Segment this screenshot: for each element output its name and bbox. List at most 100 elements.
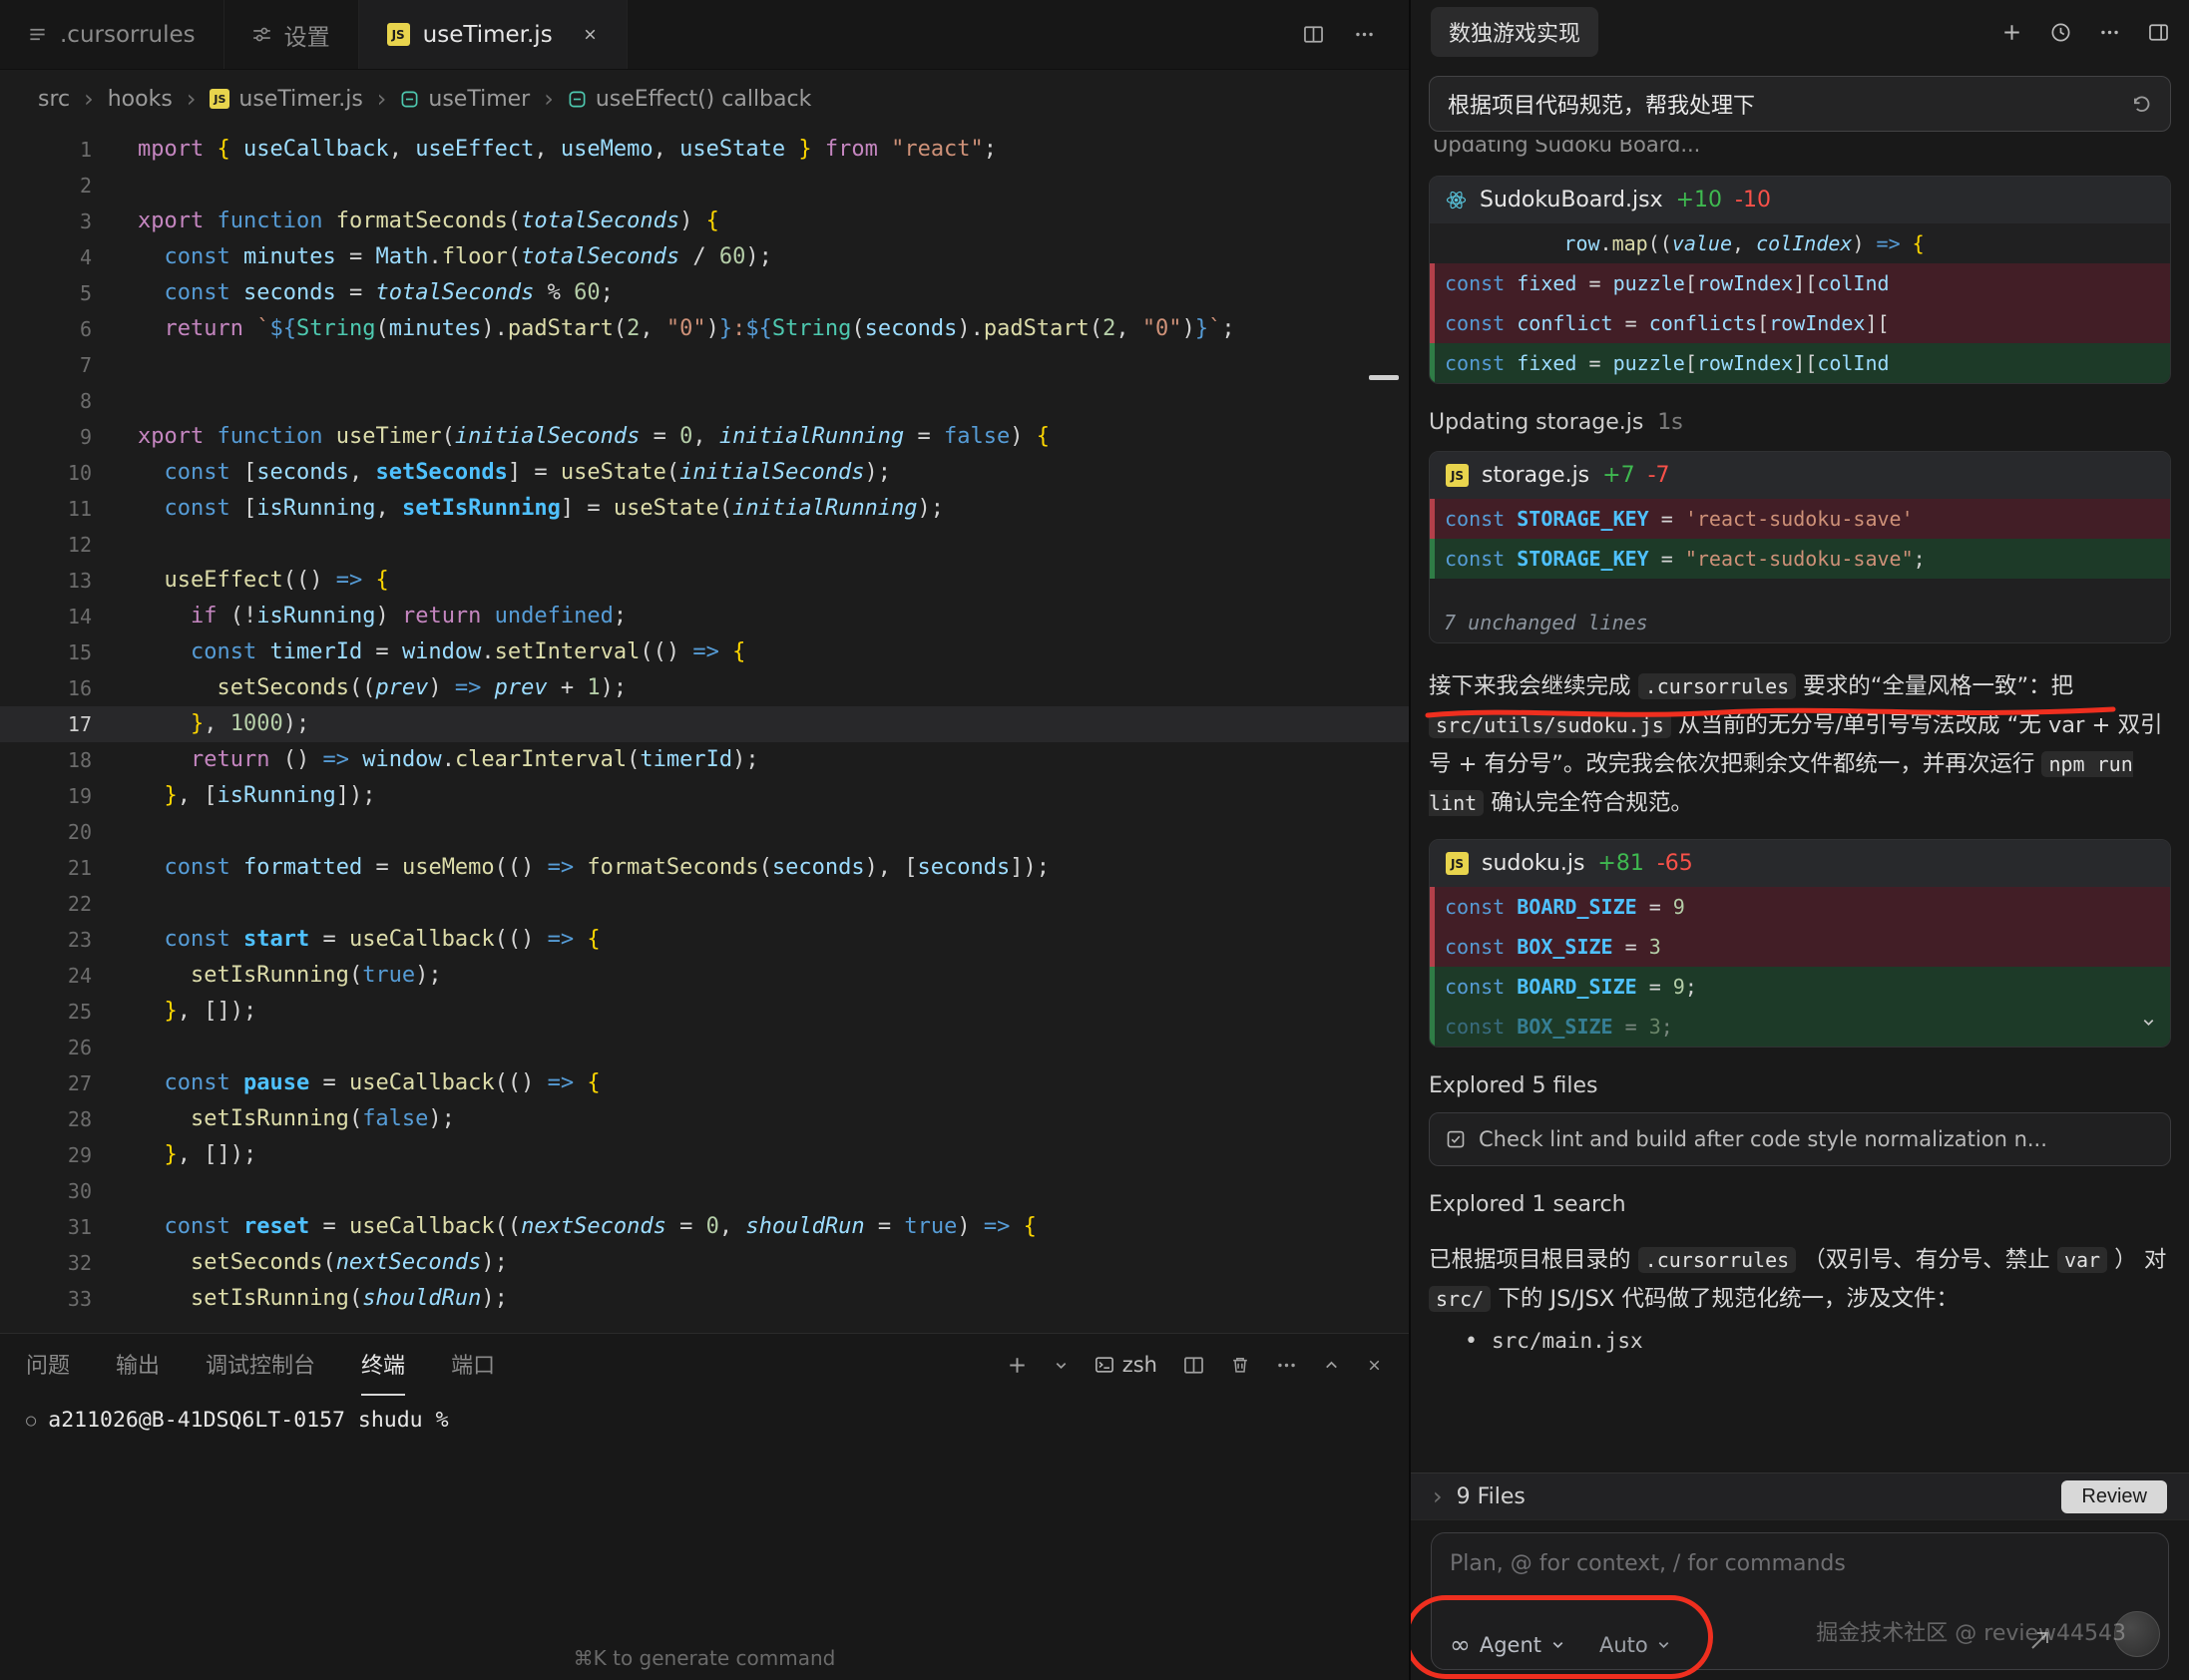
diff-card-sudokuboard-jsx[interactable]: SudokuBoard.jsx+10-10 row.map((value, co… <box>1429 176 2171 384</box>
tab-label: .cursorrules <box>60 22 196 48</box>
restore-checkpoint-icon[interactable] <box>2131 94 2152 115</box>
code-line-14[interactable]: 14 if (!isRunning) return undefined; <box>0 599 1409 634</box>
breadcrumb[interactable]: src›hooks›JSuseTimer.js›useTimer›useEffe… <box>0 70 1409 128</box>
chat-title[interactable]: 数独游戏实现 <box>1431 7 1598 57</box>
terminal-tab-终端[interactable]: 终端 <box>361 1334 405 1396</box>
chat-input[interactable]: Plan, @ for context, / for commands ∞ Ag… <box>1431 1532 2169 1670</box>
code-line-5[interactable]: 5 const seconds = totalSeconds % 60; <box>0 275 1409 311</box>
code-line-26[interactable]: 26 <box>0 1030 1409 1065</box>
terminal-dropdown-icon[interactable] <box>1054 1358 1069 1373</box>
code-line-20[interactable]: 20 <box>0 814 1409 850</box>
diff-line-del: const BOX_SIZE = 3 <box>1430 927 2170 967</box>
diff-card-storage-js[interactable]: JSstorage.js+7-7const STORAGE_KEY = 'rea… <box>1429 451 2171 643</box>
terminal-tab-问题[interactable]: 问题 <box>26 1334 70 1396</box>
react-file-icon <box>1446 190 1467 210</box>
diff-card-header[interactable]: JSstorage.js+7-7 <box>1430 452 2170 499</box>
code-line-29[interactable]: 29 }, []); <box>0 1137 1409 1173</box>
code-line-2[interactable]: 2 <box>0 168 1409 204</box>
code-line-17[interactable]: 17 }, 1000); <box>0 706 1409 742</box>
toggle-panel-icon[interactable] <box>2148 22 2169 43</box>
breadcrumb-item-usetimer[interactable]: useTimer <box>400 87 530 112</box>
breadcrumb-item-useeffect-callback[interactable]: useEffect() callback <box>568 87 812 112</box>
code-line-16[interactable]: 16 setSeconds((prev) => prev + 1); <box>0 670 1409 706</box>
editor-tab-cursorrules[interactable]: .cursorrules <box>0 0 224 69</box>
breadcrumb-item-src[interactable]: src <box>38 87 70 112</box>
scrollbar-thumb[interactable] <box>1369 375 1399 380</box>
terminal-tab-端口[interactable]: 端口 <box>451 1334 495 1396</box>
terminal-tab-调试控制台[interactable]: 调试控制台 <box>206 1334 315 1396</box>
code-line-30[interactable]: 30 <box>0 1173 1409 1209</box>
code-line-1[interactable]: 1mport { useCallback, useEffect, useMemo… <box>0 132 1409 168</box>
code-line-25[interactable]: 25 }, []); <box>0 994 1409 1030</box>
code-line-28[interactable]: 28 setIsRunning(false); <box>0 1101 1409 1137</box>
code-line-22[interactable]: 22 <box>0 886 1409 922</box>
diff-card-header[interactable]: JSsudoku.js+81-65 <box>1430 840 2170 887</box>
code-line-9[interactable]: 9xport function useTimer(initialSeconds … <box>0 419 1409 455</box>
breadcrumb-item-hooks[interactable]: hooks <box>108 87 173 112</box>
model-selector[interactable]: Auto <box>1599 1633 1671 1657</box>
bullet-dot: • <box>1465 1329 1478 1355</box>
inline-code: var <box>2057 1247 2107 1273</box>
code-line-32[interactable]: 32 setSeconds(nextSeconds); <box>0 1245 1409 1281</box>
diff-line-gap <box>1430 579 2170 603</box>
code-line-6[interactable]: 6 return `${String(minutes).padStart(2, … <box>0 311 1409 347</box>
breadcrumb-item-usetimer-js[interactable]: JSuseTimer.js <box>210 87 362 112</box>
agent-mode-selector[interactable]: ∞ Agent <box>1450 1632 1565 1657</box>
code-editor[interactable]: 1mport { useCallback, useEffect, useMemo… <box>0 128 1409 1333</box>
deleted-lines-count: -65 <box>1657 851 1693 876</box>
close-panel-icon[interactable] <box>1366 1357 1383 1374</box>
close-tab-icon[interactable] <box>582 26 599 43</box>
code-line-18[interactable]: 18 return () => window.clearInterval(tim… <box>0 742 1409 778</box>
review-button[interactable]: Review <box>2061 1480 2167 1513</box>
user-message[interactable]: 根据项目代码规范，帮我处理下 <box>1429 76 2171 132</box>
editor-more-icon[interactable] <box>1354 24 1375 45</box>
todo-pill[interactable]: Check lint and build after code style no… <box>1429 1112 2171 1166</box>
files-chevron-icon[interactable]: › <box>1433 1484 1443 1508</box>
user-message-text: 根据项目代码规范，帮我处理下 <box>1448 88 1755 120</box>
added-lines-count: +10 <box>1676 188 1722 212</box>
code-line-11[interactable]: 11 const [isRunning, setIsRunning] = use… <box>0 491 1409 527</box>
shell-selector[interactable]: zsh <box>1094 1353 1157 1377</box>
code-line-8[interactable]: 8 <box>0 383 1409 419</box>
terminal-output[interactable]: ○ a211026@B-41DSQ6LT-0157 shudu % <box>0 1396 1409 1433</box>
code-line-13[interactable]: 13 useEffect(() => { <box>0 563 1409 599</box>
terminal-tab-输出[interactable]: 输出 <box>116 1334 160 1396</box>
editor-tab-usetimer-js[interactable]: JSuseTimer.js <box>359 0 628 69</box>
breadcrumb-separator-icon: › <box>187 87 197 111</box>
expand-diff-icon[interactable] <box>2141 1015 2156 1030</box>
chat-more-icon[interactable] <box>2099 22 2120 43</box>
code-line-12[interactable]: 12 <box>0 527 1409 563</box>
new-terminal-icon[interactable] <box>1007 1355 1028 1376</box>
code-line-31[interactable]: 31 const reset = useCallback((nextSecond… <box>0 1209 1409 1245</box>
code-line-4[interactable]: 4 const minutes = Math.floor(totalSecond… <box>0 239 1409 275</box>
terminal-shell-icon <box>1094 1355 1114 1375</box>
diff-card-sudoku-js[interactable]: JSsudoku.js+81-65const BOARD_SIZE = 9con… <box>1429 839 2171 1048</box>
chat-history-icon[interactable] <box>2050 22 2071 43</box>
split-terminal-icon[interactable] <box>1183 1355 1204 1376</box>
kill-terminal-icon[interactable] <box>1230 1355 1250 1375</box>
code-line-15[interactable]: 15 const timerId = window.setInterval(()… <box>0 634 1409 670</box>
code-line-27[interactable]: 27 const pause = useCallback(() => { <box>0 1065 1409 1101</box>
editor-tab-设置[interactable]: 设置 <box>224 0 359 69</box>
status-duration: 1s <box>1657 410 1682 435</box>
code-line-7[interactable]: 7 <box>0 347 1409 383</box>
diff-line-del: const conflict = conflicts[rowIndex][ <box>1430 303 2170 343</box>
code-line-24[interactable]: 24 setIsRunning(true); <box>0 958 1409 994</box>
terminal-session-icon: ○ <box>26 1411 36 1431</box>
terminal-tabs: 问题输出调试控制台终端端口 <box>26 1334 495 1396</box>
deleted-lines-count: -10 <box>1735 188 1771 212</box>
sliders-file-icon <box>252 25 271 44</box>
code-line-3[interactable]: 3xport function formatSeconds(totalSecon… <box>0 204 1409 239</box>
terminal-more-icon[interactable] <box>1276 1355 1297 1376</box>
files-bar[interactable]: › 9 Files Review <box>1411 1472 2189 1520</box>
maximize-panel-icon[interactable] <box>1323 1357 1340 1374</box>
code-line-21[interactable]: 21 const formatted = useMemo(() => forma… <box>0 850 1409 886</box>
code-line-33[interactable]: 33 setIsRunning(shouldRun); <box>0 1281 1409 1317</box>
split-editor-icon[interactable] <box>1303 24 1324 45</box>
chat-body: 根据项目代码规范，帮我处理下 Updating Sudoku Board... … <box>1411 64 2189 1680</box>
new-chat-icon[interactable] <box>2001 22 2022 43</box>
diff-card-header[interactable]: SudokuBoard.jsx+10-10 <box>1430 177 2170 223</box>
code-line-19[interactable]: 19 }, [isRunning]); <box>0 778 1409 814</box>
code-line-10[interactable]: 10 const [seconds, setSeconds] = useStat… <box>0 455 1409 491</box>
code-line-23[interactable]: 23 const start = useCallback(() => { <box>0 922 1409 958</box>
